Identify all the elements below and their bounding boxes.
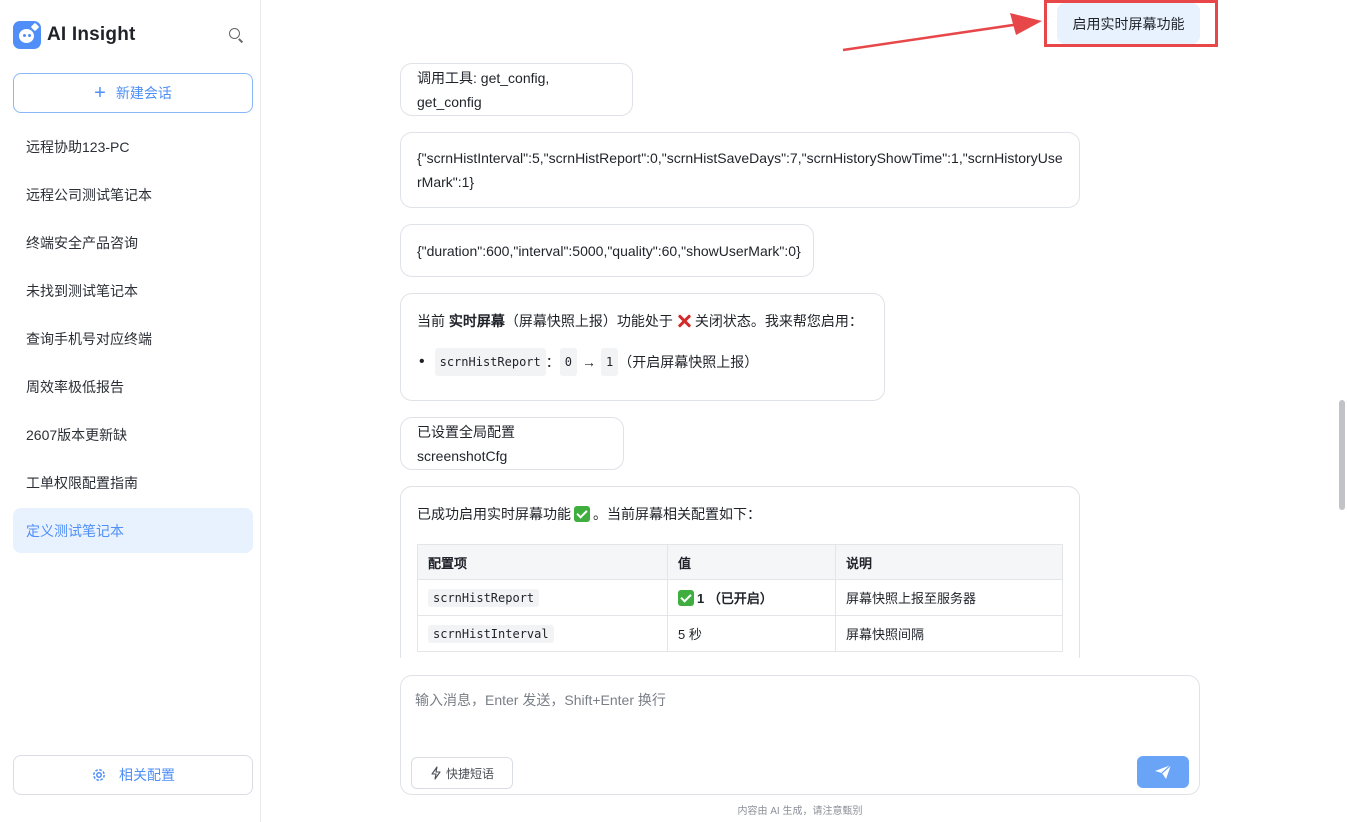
message-input[interactable]	[415, 692, 1115, 708]
assistant-status-message: 当前 实时屏幕（屏幕快照上报）功能处于 关闭状态。我来帮您启用： • scrnHi…	[400, 293, 885, 401]
config-table: 配置项 值 说明 scrnHistReport 1 （已开启） 屏幕快照上报至服…	[417, 544, 1063, 652]
config-from-code: 0	[559, 348, 577, 376]
config-to-code: 1	[601, 348, 619, 376]
new-chat-label: 新建会话	[115, 85, 172, 101]
bullet-sep: ：	[545, 354, 560, 370]
status-mid: （屏幕快照上报）功能处于	[504, 313, 673, 329]
bullet-note: （开启屏幕快照上报）	[618, 354, 759, 370]
conversation-label: 终端安全产品咨询	[26, 234, 138, 251]
conversation-item[interactable]: 未找到测试笔记本	[13, 268, 253, 313]
status-text: 当前 实时屏幕（屏幕快照上报）功能处于 关闭状态。我来帮您启用：	[417, 309, 868, 333]
table-cell: 屏幕快照间隔	[835, 615, 1063, 652]
ai-disclaimer: 内容由 AI 生成，请注意甄别	[737, 806, 863, 817]
annotation-arrow-icon	[842, 13, 1042, 52]
arrow-text: →	[582, 354, 596, 370]
conversation-item-active[interactable]: 定义测试笔记本	[13, 508, 253, 553]
table-cell: 屏幕快照上报至服务器	[835, 579, 1063, 616]
set-global-text: 已设置全局配置 screenshotCfg	[417, 423, 515, 464]
table-row: scrnHistInterval 5 秒 屏幕快照间隔	[417, 615, 1063, 652]
conversation-label: 定义测试笔记本	[26, 522, 124, 539]
conversation-label: 2607版本更新缺	[26, 426, 128, 443]
config-key-code: scrnHistInterval	[428, 625, 554, 643]
table-cell: 5 秒	[667, 615, 836, 652]
app-logo-icon	[13, 21, 41, 49]
app-window: AI Insight + 新建会话 远程协助123-PC 远程公司测试笔记本 终…	[0, 0, 1347, 822]
search-icon[interactable]	[226, 25, 246, 45]
conversation-label: 远程协助123-PC	[26, 138, 130, 155]
conversation-label: 工单权限配置指南	[26, 474, 138, 491]
conversation-label: 查询手机号对应终端	[26, 330, 152, 347]
new-chat-button[interactable]: + 新建会话	[13, 73, 253, 113]
success-suffix: 。当前屏幕相关配置如下：	[593, 506, 761, 522]
lightning-icon	[431, 766, 441, 780]
message-composer: 快捷短语	[400, 675, 1200, 795]
table-cell: scrnHistReport	[417, 579, 668, 616]
settings-label: 相关配置	[119, 767, 175, 783]
status-suffix: 关闭状态。我来帮您启用：	[694, 313, 863, 329]
conversation-item[interactable]: 工单权限配置指南	[13, 460, 253, 505]
success-text: 已成功启用实时屏幕功能 。当前屏幕相关配置如下：	[417, 502, 1063, 526]
bullet-dot: •	[419, 353, 425, 370]
conversation-item[interactable]: 远程协助123-PC	[13, 124, 253, 169]
conversation-item[interactable]: 查询手机号对应终端	[13, 316, 253, 361]
scrollbar[interactable]	[1339, 0, 1347, 822]
table-row: scrnHistReport 1 （已开启） 屏幕快照上报至服务器	[417, 579, 1063, 616]
conversation-list: 远程协助123-PC 远程公司测试笔记本 终端安全产品咨询 未找到测试笔记本 查…	[13, 124, 253, 556]
conversation-item[interactable]: 远程公司测试笔记本	[13, 172, 253, 217]
status-prefix: 当前	[417, 313, 449, 329]
check-mark-icon	[678, 590, 694, 606]
quick-phrases-label: 快捷短语	[445, 766, 494, 781]
gear-icon	[93, 769, 105, 781]
config-json-text: {"duration":600,"interval":5000,"quality…	[417, 242, 801, 259]
config-json-text: {"scrnHistInterval":5,"scrnHistReport":0…	[417, 150, 1063, 190]
table-cell: 1 （已开启）	[667, 579, 836, 616]
table-cell: scrnHistInterval	[417, 615, 668, 652]
app-title: AI Insight	[47, 24, 136, 45]
annotation-highlight-box	[1044, 0, 1218, 47]
scrollbar-thumb[interactable]	[1339, 400, 1345, 510]
chat-panel: 启用实时屏幕功能 调用工具: get_config, get_config {"…	[262, 0, 1347, 822]
conversation-item[interactable]: 2607版本更新缺	[13, 412, 253, 457]
plus-icon: +	[94, 82, 106, 104]
assistant-tool-call: 调用工具: get_config, get_config	[400, 63, 633, 116]
tool-call-text: 调用工具: get_config, get_config	[417, 69, 550, 110]
settings-button[interactable]: 相关配置	[13, 755, 253, 795]
brand: AI Insight	[13, 21, 136, 49]
check-mark-icon	[574, 506, 590, 522]
table-header: 说明	[835, 544, 1063, 580]
assistant-set-global: 已设置全局配置 screenshotCfg	[400, 417, 624, 470]
table-header: 值	[667, 544, 836, 580]
table-header: 配置项	[417, 544, 668, 580]
table-header-row: 配置项 值 说明	[417, 544, 1063, 580]
send-icon	[1155, 764, 1172, 779]
success-prefix: 已成功启用实时屏幕功能	[417, 506, 571, 522]
assistant-config-result-1: {"scrnHistInterval":5,"scrnHistReport":0…	[400, 132, 1080, 208]
conversation-label: 周效率极低报告	[26, 378, 124, 395]
config-key-code: scrnHistReport	[434, 348, 546, 376]
status-bold: 实时屏幕	[448, 313, 505, 329]
send-button[interactable]	[1137, 756, 1189, 788]
sidebar: AI Insight + 新建会话 远程协助123-PC 远程公司测试笔记本 终…	[0, 0, 261, 822]
config-value: 1 （已开启）	[697, 591, 773, 606]
assistant-config-result-2: {"duration":600,"interval":5000,"quality…	[400, 224, 814, 277]
conversation-label: 未找到测试笔记本	[26, 282, 138, 299]
cross-mark-icon	[676, 313, 692, 329]
conversation-label: 远程公司测试笔记本	[26, 186, 152, 203]
assistant-success-message: 已成功启用实时屏幕功能 。当前屏幕相关配置如下： 配置项 值 说明 scrnHis…	[400, 486, 1080, 658]
status-bullet: • scrnHistReport ： 0 → 1 （开启屏幕快照上报）	[417, 348, 868, 376]
config-key-code: scrnHistReport	[428, 589, 540, 607]
quick-phrases-button[interactable]: 快捷短语	[411, 757, 513, 789]
conversation-item[interactable]: 终端安全产品咨询	[13, 220, 253, 265]
conversation-item[interactable]: 周效率极低报告	[13, 364, 253, 409]
